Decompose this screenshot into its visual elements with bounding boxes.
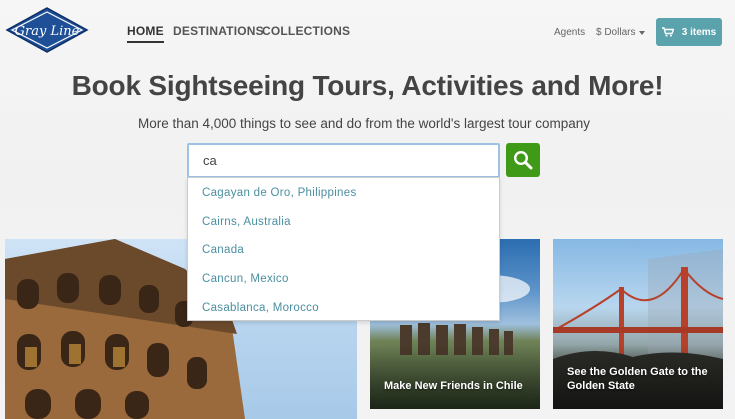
search-suggestions: Cagayan de Oro, Philippines Cairns, Aust… (187, 177, 500, 321)
cart-label: 3 items (681, 26, 717, 38)
currency-label: $ Dollars (596, 27, 636, 38)
suggestion-item[interactable]: Cancun, Mexico (188, 265, 499, 294)
search-input[interactable] (187, 143, 500, 178)
svg-text:Gray Line: Gray Line (15, 24, 80, 39)
suggestion-item[interactable]: Casablanca, Morocco (188, 294, 499, 323)
search-button[interactable] (506, 143, 540, 177)
gray-line-logo[interactable]: Gray Line (5, 6, 89, 54)
suggestion-item[interactable]: Cagayan de Oro, Philippines (188, 179, 499, 208)
nav-collections[interactable]: COLLECTIONS (262, 24, 350, 38)
cart-button[interactable]: 3 items (656, 18, 722, 46)
currency-selector[interactable]: $ Dollars (596, 27, 646, 38)
page-subtitle: More than 4,000 things to see and do fro… (137, 116, 591, 131)
card-shade (370, 344, 540, 409)
page-title: Book Sightseeing Tours, Activities and M… (71, 70, 664, 101)
search-icon (513, 150, 533, 170)
card-golden-gate[interactable]: See the Golden Gate to the Golden State (553, 239, 723, 409)
suggestion-item[interactable]: Canada (188, 236, 499, 265)
agents-link[interactable]: Agents (554, 27, 585, 38)
caret-down-icon (639, 30, 646, 35)
nav-destinations[interactable]: DESTINATIONS (173, 24, 264, 38)
card-caption-golden-gate: See the Golden Gate to the Golden State (567, 366, 708, 392)
logo-emblem: Gray Line (5, 7, 89, 53)
cart-icon (661, 27, 674, 37)
suggestion-item[interactable]: Cairns, Australia (188, 208, 499, 237)
card-caption-chile: Make New Friends in Chile (384, 380, 523, 392)
nav-home[interactable]: HOME (127, 24, 164, 43)
